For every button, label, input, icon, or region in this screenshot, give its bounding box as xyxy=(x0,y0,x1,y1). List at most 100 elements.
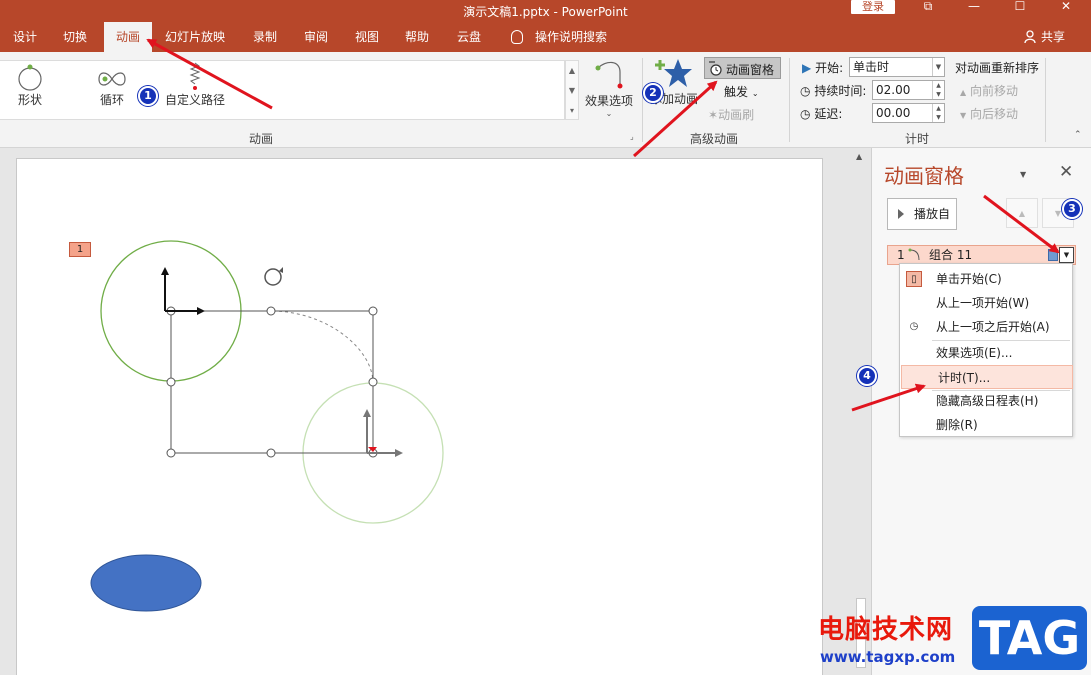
minimize-icon[interactable]: — xyxy=(954,0,994,16)
share-button[interactable]: 共享 xyxy=(1037,22,1069,52)
item-number: 1 xyxy=(897,248,905,262)
step-marker-1: 1 xyxy=(138,86,158,106)
trigger-label: 触发 xyxy=(724,85,749,99)
animation-list-item[interactable]: 1 组合 11 ▼ xyxy=(887,245,1076,265)
start-axes-icon xyxy=(161,267,205,315)
chevron-down-icon: ⌄ xyxy=(605,109,613,118)
play-from-button[interactable]: 播放自 xyxy=(887,198,957,230)
step-marker-3: 3 xyxy=(1062,199,1082,219)
tab-review[interactable]: 审阅 xyxy=(300,22,332,52)
slide-drawing xyxy=(90,240,444,612)
tab-view[interactable]: 视图 xyxy=(351,22,383,52)
play-icon xyxy=(898,209,904,219)
slide-workspace: 1 xyxy=(0,148,871,675)
tab-design[interactable]: 设计 xyxy=(9,22,41,52)
menu-item-with-previous[interactable]: 从上一项开始(W) xyxy=(900,291,1072,315)
start-label: ▶ 开始: xyxy=(802,61,844,75)
motion-path[interactable] xyxy=(171,310,374,453)
item-label: 组合 11 xyxy=(929,248,973,262)
duration-value: 02.00 xyxy=(876,83,911,97)
scroll-up-icon[interactable]: ▲ xyxy=(856,152,862,161)
menu-item-after-previous[interactable]: ◷ 从上一项之后开始(A) xyxy=(900,315,1072,339)
play-from-label: 播放自 xyxy=(914,207,951,221)
tab-help[interactable]: 帮助 xyxy=(401,22,433,52)
start-select[interactable]: 单击时 ▼ xyxy=(849,57,945,77)
tell-me-search[interactable]: 操作说明搜索 xyxy=(531,22,611,52)
watermark-logo: TAG xyxy=(972,606,1087,670)
delay-value: 00.00 xyxy=(876,106,911,120)
menu-item-effect-options[interactable]: 效果选项(E)... xyxy=(900,341,1072,365)
rotate-handle-icon[interactable] xyxy=(264,267,283,286)
duration-input[interactable]: 02.00 ▲ ▼ xyxy=(872,80,945,100)
maximize-icon[interactable]: ☐ xyxy=(1000,0,1040,16)
group-separator xyxy=(789,58,790,142)
animation-pane-label: 动画窗格 xyxy=(726,63,775,77)
move-up-icon[interactable]: ▲ xyxy=(1006,198,1038,228)
group-separator xyxy=(642,58,643,142)
tab-record[interactable]: 录制 xyxy=(249,22,281,52)
watermark-text: 电脑技术网 xyxy=(818,615,954,645)
tab-cloud[interactable]: 云盘 xyxy=(453,22,485,52)
move-later-button[interactable]: ▼ 向后移动 xyxy=(960,105,1018,122)
timeline-bar[interactable] xyxy=(1048,249,1058,261)
menu-item-remove[interactable]: 删除(R) xyxy=(900,413,1072,437)
play-icon: ▶ xyxy=(802,61,812,75)
menu-item-on-click[interactable]: ▯ 单击开始(C) xyxy=(900,267,1072,291)
triangle-down-icon: ▼ xyxy=(960,111,967,120)
group-label-animation: 动画 xyxy=(249,132,274,146)
start-value: 单击时 xyxy=(853,60,890,74)
ribbon-panel: 形状 循环 自定义路径 ▲ ▼ ▾ 效果选项 ⌄ 动画 ⌟ 添加动画 动画窗格 … xyxy=(0,52,1091,148)
close-icon[interactable]: ✕ xyxy=(1046,0,1086,16)
gallery-item-custom-path[interactable]: 自定义路径 xyxy=(160,61,230,108)
menu-item-hide-timeline[interactable]: 隐藏高级日程表(H) xyxy=(900,389,1072,413)
tab-animations[interactable]: 动画 xyxy=(104,22,152,52)
gallery-item-label: 形状 xyxy=(17,93,42,107)
effect-options-icon xyxy=(595,61,623,89)
gallery-item-label: 循环 xyxy=(99,93,124,107)
animation-painter-button[interactable]: ✶动画刷 xyxy=(708,106,754,123)
ribbon-display-icon[interactable]: ⧉ xyxy=(908,0,948,16)
move-earlier-button[interactable]: ▲ 向前移动 xyxy=(960,82,1018,99)
animation-gallery: 形状 循环 自定义路径 xyxy=(0,60,565,120)
custom-path-icon xyxy=(189,62,201,90)
dialog-launcher-icon[interactable]: ⌟ xyxy=(630,132,634,141)
group-label-timing: 计时 xyxy=(905,132,930,146)
dropdown-arrow-icon[interactable]: ▼ xyxy=(932,58,944,76)
animation-pane-button[interactable]: 动画窗格 xyxy=(704,57,781,79)
collapse-ribbon-icon[interactable]: ⌃ xyxy=(1074,130,1082,140)
login-button[interactable]: 登录 xyxy=(851,0,895,14)
delay-input[interactable]: 00.00 ▲ ▼ xyxy=(872,103,945,123)
delay-label: ◷ 延迟: xyxy=(800,107,843,121)
tab-transitions[interactable]: 切换 xyxy=(59,22,91,52)
blue-ellipse[interactable] xyxy=(90,554,202,612)
pane-close-icon[interactable]: ✕ xyxy=(1059,162,1073,182)
slide-scrollbar[interactable]: ▲ xyxy=(853,148,869,675)
gallery-item-label: 自定义路径 xyxy=(164,93,225,107)
pane-options-icon[interactable]: ▼ xyxy=(1020,170,1026,179)
title-bar: 演示文稿1.pptx - PowerPoint 登录 ⧉ — ☐ ✕ xyxy=(0,0,1091,22)
gallery-more-icon[interactable]: ▾ xyxy=(566,101,578,121)
group-label-advanced: 高级动画 xyxy=(690,132,739,146)
resize-handles[interactable] xyxy=(166,306,378,458)
gallery-scrollbar[interactable]: ▲ ▼ ▾ xyxy=(565,60,579,120)
scroll-down-icon[interactable]: ▼ xyxy=(566,81,578,101)
scroll-up-icon[interactable]: ▲ xyxy=(566,61,578,81)
chevron-down-icon: ⌄ xyxy=(751,89,759,98)
loop-path-icon xyxy=(98,72,126,86)
reorder-title: 对动画重新排序 xyxy=(955,61,1040,75)
trigger-button[interactable]: 触发 ⌄ xyxy=(724,83,759,100)
motion-path-icon xyxy=(908,248,920,261)
selection-box[interactable] xyxy=(170,310,374,454)
menu-item-timing[interactable]: 计时(T)... xyxy=(901,365,1073,389)
gallery-item-shape[interactable]: 形状 xyxy=(8,61,52,108)
person-icon xyxy=(1024,30,1036,44)
spinner-icon[interactable]: ▲ ▼ xyxy=(932,81,944,99)
tab-slideshow[interactable]: 幻灯片放映 xyxy=(161,22,229,52)
item-dropdown-button[interactable]: ▼ xyxy=(1059,247,1074,263)
gallery-item-loop[interactable]: 循环 xyxy=(90,61,134,108)
step-marker-2: 2 xyxy=(643,83,663,103)
clock-icon: ◷ xyxy=(800,84,811,98)
effect-options-button[interactable]: 效果选项 ⌄ xyxy=(582,56,636,118)
spinner-icon[interactable]: ▲ ▼ xyxy=(932,104,944,122)
mouse-icon: ▯ xyxy=(906,271,922,287)
